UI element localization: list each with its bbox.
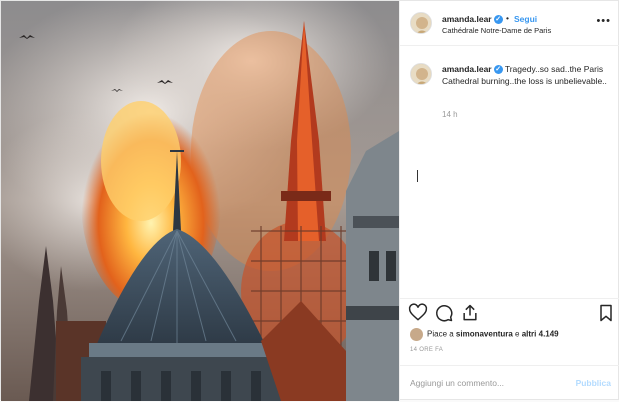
liker-avatar[interactable] [410,328,423,341]
more-options-icon[interactable]: ••• [596,15,611,27]
bookmark-icon[interactable] [596,303,616,323]
separator-dot: • [506,13,509,23]
likes-prefix: Piace a [427,329,456,339]
heart-icon[interactable] [408,303,428,323]
publish-button[interactable]: Pubblica [576,378,611,388]
photo-illustration [1,1,399,401]
verified-icon: ✓ [493,65,503,75]
username-link[interactable]: amanda.lear ✓ [442,14,503,25]
caption-avatar-image [411,64,431,84]
follow-button[interactable]: Segui [514,14,537,24]
caption-avatar[interactable] [410,63,432,85]
location-link[interactable]: Cathédrale Notre-Dame de Paris [442,26,551,35]
avatar-image [411,13,431,33]
comment-icon[interactable] [434,303,454,323]
caption-text-block: amanda.lear ✓ Tragedy..so sad..the Paris … [442,63,612,87]
likes-mid: e [512,329,522,339]
post-photo-notre-dame-fire[interactable] [1,1,399,401]
instagram-post: amanda.lear ✓ • Segui Cathédrale Notre-Da… [0,0,619,401]
caption-username-link[interactable]: amanda.lear ✓ [442,64,503,75]
comment-input[interactable] [410,375,560,391]
username-text: amanda.lear [442,14,492,24]
caption-time[interactable]: 14 h [442,110,458,119]
liker-username-link[interactable]: simonaventura [456,330,513,339]
post-sidebar: amanda.lear ✓ • Segui Cathédrale Notre-Da… [399,1,619,401]
likes-summary: Piace a simonaventura e altri 4.149 [410,328,559,341]
avatar[interactable] [410,12,432,34]
share-icon[interactable] [460,303,480,323]
likes-count-link[interactable]: altri 4.149 [522,330,559,339]
post-timestamp[interactable]: 14 ORE FA [410,347,443,353]
text-cursor [417,170,418,182]
add-comment-bar: Pubblica [400,365,619,402]
action-bar [400,298,619,325]
caption-username-text: amanda.lear [442,64,492,74]
post-header: amanda.lear ✓ • Segui Cathédrale Notre-Da… [400,1,619,46]
verified-icon: ✓ [493,15,503,25]
